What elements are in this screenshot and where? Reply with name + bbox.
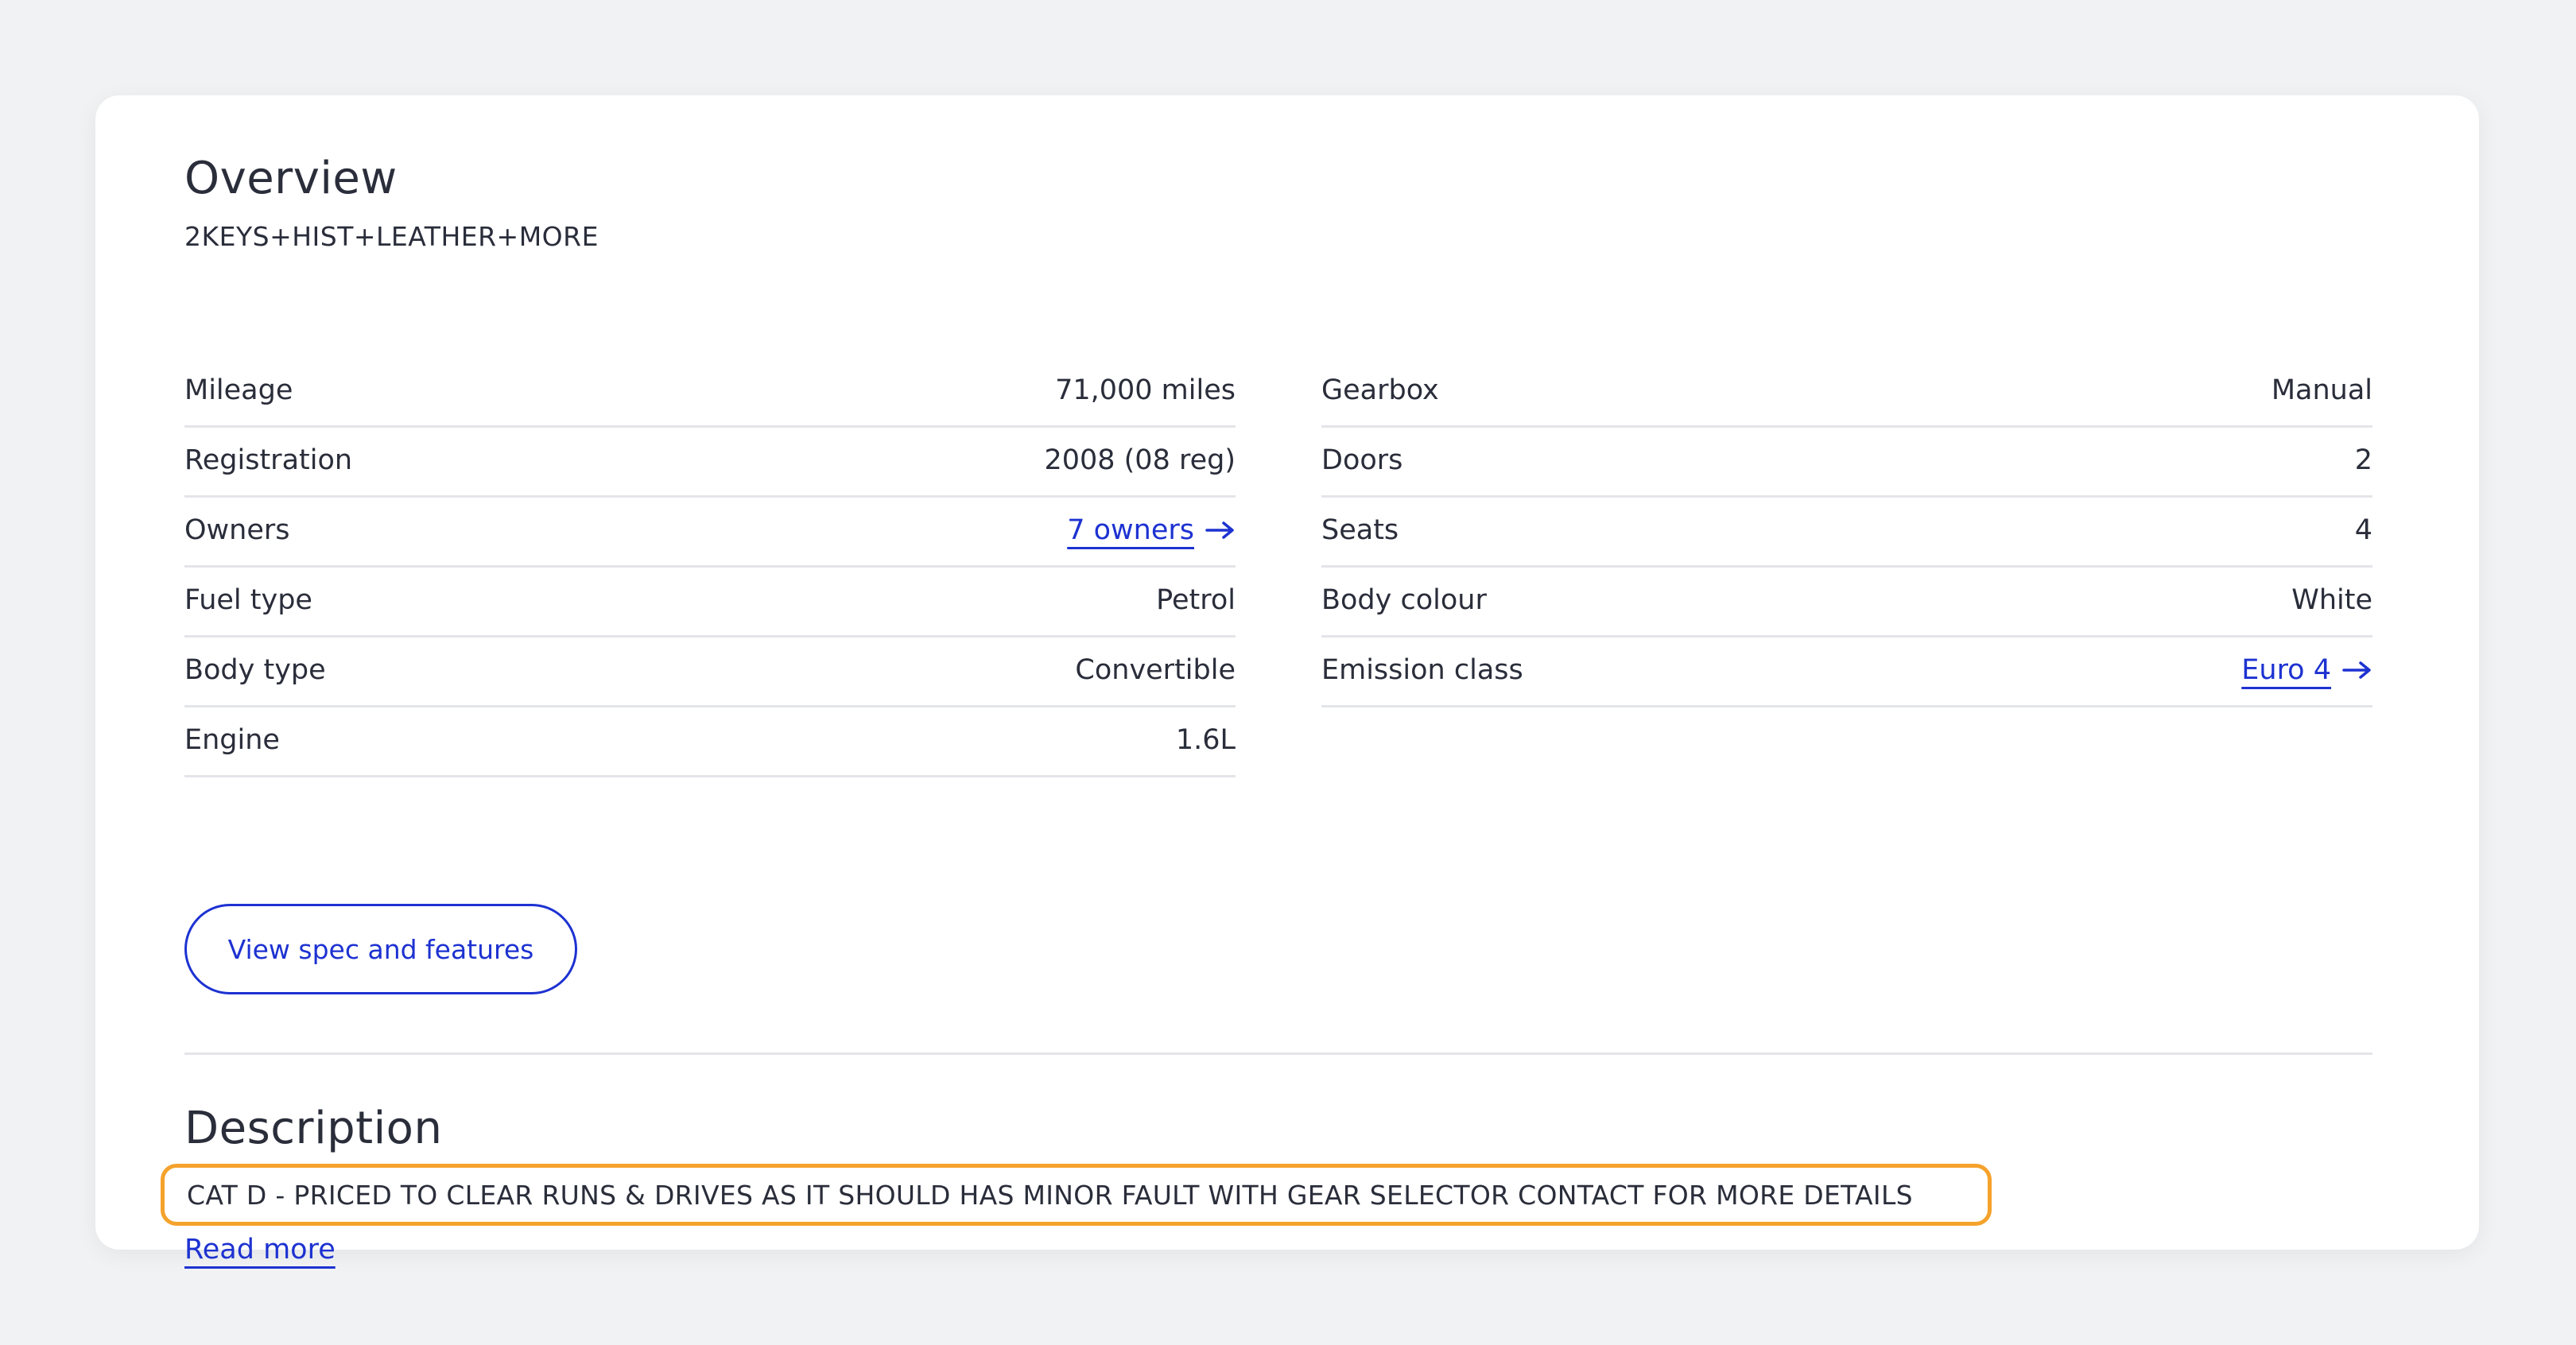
spec-list-left: Mileage 71,000 miles Registration 2008 (… [184,358,1236,777]
spec-label: Registration [184,444,353,476]
owners-link[interactable]: 7 owners [1067,514,1194,546]
spec-row-engine: Engine 1.6L [184,704,1236,777]
description-highlight-box: CAT D - PRICED TO CLEAR RUNS & DRIVES AS… [161,1164,1992,1226]
spec-label: Mileage [184,374,293,406]
overview-subtitle: 2KEYS+HIST+LEATHER+MORE [184,221,599,252]
spec-value: Convertible [1075,653,1236,686]
spec-value: Petrol [1156,583,1236,616]
spec-row-gearbox: Gearbox Manual [1321,355,2372,428]
spec-row-body-colour: Body colour White [1321,564,2372,638]
spec-label: Seats [1321,514,1399,546]
spec-row-doors: Doors 2 [1321,424,2372,498]
owners-link-group[interactable]: 7 owners [1067,514,1236,546]
spec-row-seats: Seats 4 [1321,494,2372,568]
section-divider [184,1052,2372,1055]
read-more-link[interactable]: Read more [184,1234,336,1266]
spec-row-fuel-type: Fuel type Petrol [184,564,1236,638]
spec-value: 2 [2354,444,2372,476]
description-text: CAT D - PRICED TO CLEAR RUNS & DRIVES AS… [187,1179,1913,1211]
spec-label: Fuel type [184,583,312,616]
spec-label: Owners [184,514,290,546]
spec-list-right: Gearbox Manual Doors 2 Seats 4 Body colo… [1321,358,2372,707]
spec-label: Emission class [1321,653,1523,686]
view-spec-features-button[interactable]: View spec and features [184,904,577,994]
spec-value: Manual [2271,374,2372,406]
spec-label: Body type [184,653,326,686]
spec-row-mileage: Mileage 71,000 miles [184,355,1236,428]
emission-link-group[interactable]: Euro 4 [2241,654,2372,686]
overview-title: Overview [184,153,398,204]
emission-class-link[interactable]: Euro 4 [2241,654,2331,686]
overview-card: Overview 2KEYS+HIST+LEATHER+MORE Mileage… [95,95,2479,1266]
arrow-right-icon [1205,521,1234,539]
spec-row-registration: Registration 2008 (08 reg) [184,424,1236,498]
spec-label: Engine [184,723,280,756]
spec-row-owners: Owners 7 owners [184,494,1236,568]
spec-row-emission-class: Emission class Euro 4 [1321,634,2372,707]
spec-row-body-type: Body type Convertible [184,634,1236,707]
spec-value: 71,000 miles [1055,374,1236,406]
spec-value: 4 [2354,514,2372,546]
spec-label: Body colour [1321,583,1487,616]
spec-value: 1.6L [1175,723,1236,756]
spec-value: 2008 (08 reg) [1044,444,1236,476]
spec-label: Doors [1321,444,1403,476]
spec-value: White [2291,583,2372,616]
arrow-right-icon [2342,661,2371,679]
spec-label: Gearbox [1321,374,1439,406]
description-title: Description [184,1103,443,1154]
